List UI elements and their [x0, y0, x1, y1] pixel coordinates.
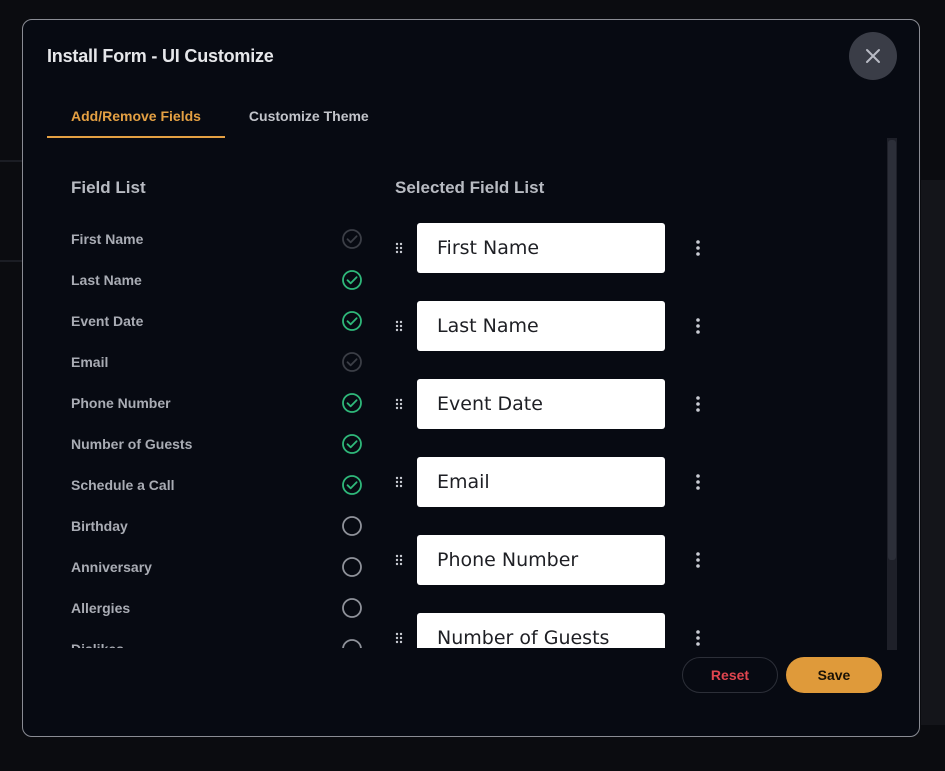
selected-field-input[interactable] — [417, 535, 665, 585]
empty-circle-icon[interactable] — [341, 515, 363, 537]
scrollbar-thumb[interactable] — [888, 140, 896, 560]
field-list-item[interactable]: Phone Number — [71, 382, 363, 423]
kebab-menu-icon — [696, 396, 700, 412]
selected-field-input[interactable] — [417, 379, 665, 429]
field-list-item-label: Anniversary — [71, 558, 152, 575]
ui-customize-modal: Install Form - UI Customize Add/Remove F… — [22, 19, 920, 737]
fields-panel: Field List Selected Field List First Nam… — [23, 138, 885, 648]
field-list-item[interactable]: Anniversary — [71, 546, 363, 587]
empty-circle-icon[interactable] — [341, 556, 363, 578]
drag-handle-icon[interactable] — [393, 319, 405, 333]
modal-title: Install Form - UI Customize — [47, 46, 274, 66]
scrollbar[interactable] — [887, 138, 897, 650]
tab-customize-theme[interactable]: Customize Theme — [225, 96, 393, 136]
drag-handle-icon[interactable] — [393, 397, 405, 411]
drag-handle-icon[interactable] — [393, 241, 405, 255]
field-list-item-label: Schedule a Call — [71, 476, 175, 493]
selected-field-item — [393, 379, 713, 429]
selected-field-item — [393, 535, 713, 585]
tab-bar: Add/Remove Fields Customize Theme — [47, 96, 393, 138]
field-list-item-label: Phone Number — [71, 394, 171, 411]
field-list-item[interactable]: Dislikes — [71, 628, 363, 648]
more-options-button[interactable] — [689, 315, 707, 337]
more-options-button[interactable] — [689, 627, 707, 648]
field-list: First Name Last Name Event Date Email Phone … — [71, 218, 371, 648]
empty-circle-icon[interactable] — [341, 597, 363, 619]
field-list-item-label: Allergies — [71, 599, 131, 616]
selected-field-item — [393, 457, 713, 507]
check-circle-icon[interactable] — [341, 310, 363, 332]
selected-field-item — [393, 301, 713, 351]
check-circle-icon[interactable] — [341, 474, 363, 496]
field-list-item[interactable]: Schedule a Call — [71, 464, 363, 505]
field-list-item[interactable]: Allergies — [71, 587, 363, 628]
selected-field-item — [393, 223, 713, 273]
kebab-menu-icon — [696, 318, 700, 334]
field-list-title: Field List — [71, 178, 146, 197]
field-list-item[interactable]: Birthday — [71, 505, 363, 546]
selected-field-input[interactable] — [417, 457, 665, 507]
field-list-item[interactable]: First Name — [71, 218, 363, 259]
field-list-item[interactable]: Last Name — [71, 259, 363, 300]
selected-field-list-title: Selected Field List — [395, 178, 545, 197]
drag-handle-icon[interactable] — [393, 631, 405, 645]
field-list-item[interactable]: Number of Guests — [71, 423, 363, 464]
tab-add-remove-fields[interactable]: Add/Remove Fields — [47, 96, 225, 138]
check-circle-disabled-icon[interactable] — [341, 351, 363, 373]
selected-field-input[interactable] — [417, 613, 665, 648]
backdrop-line — [0, 160, 22, 162]
close-icon — [866, 49, 880, 63]
drag-handle-icon[interactable] — [393, 553, 405, 567]
kebab-menu-icon — [696, 552, 700, 568]
drag-handle-icon[interactable] — [393, 475, 405, 489]
kebab-menu-icon — [696, 474, 700, 490]
kebab-menu-icon — [696, 240, 700, 256]
field-list-item-label: Event Date — [71, 312, 144, 329]
check-circle-icon[interactable] — [341, 269, 363, 291]
more-options-button[interactable] — [689, 549, 707, 571]
reset-button[interactable]: Reset — [682, 657, 778, 693]
check-circle-icon[interactable] — [341, 392, 363, 414]
backdrop-line — [0, 260, 22, 262]
save-button[interactable]: Save — [786, 657, 882, 693]
kebab-menu-icon — [696, 630, 700, 646]
selected-field-input[interactable] — [417, 301, 665, 351]
field-list-item-label: Email — [71, 353, 109, 370]
field-list-item-label: Birthday — [71, 517, 128, 534]
field-list-item[interactable]: Email — [71, 341, 363, 382]
field-list-item-label: First Name — [71, 230, 144, 247]
field-list-item-label: Last Name — [71, 271, 142, 288]
check-circle-icon[interactable] — [341, 433, 363, 455]
selected-field-item — [393, 613, 713, 648]
selected-field-input[interactable] — [417, 223, 665, 273]
more-options-button[interactable] — [689, 471, 707, 493]
close-button[interactable] — [849, 32, 897, 80]
check-circle-disabled-icon[interactable] — [341, 228, 363, 250]
field-list-item-label: Dislikes — [71, 641, 124, 649]
field-list-item-label: Number of Guests — [71, 435, 193, 452]
field-list-item[interactable]: Event Date — [71, 300, 363, 341]
more-options-button[interactable] — [689, 237, 707, 259]
empty-circle-icon[interactable] — [341, 638, 363, 649]
backdrop-panel — [921, 180, 945, 725]
more-options-button[interactable] — [689, 393, 707, 415]
